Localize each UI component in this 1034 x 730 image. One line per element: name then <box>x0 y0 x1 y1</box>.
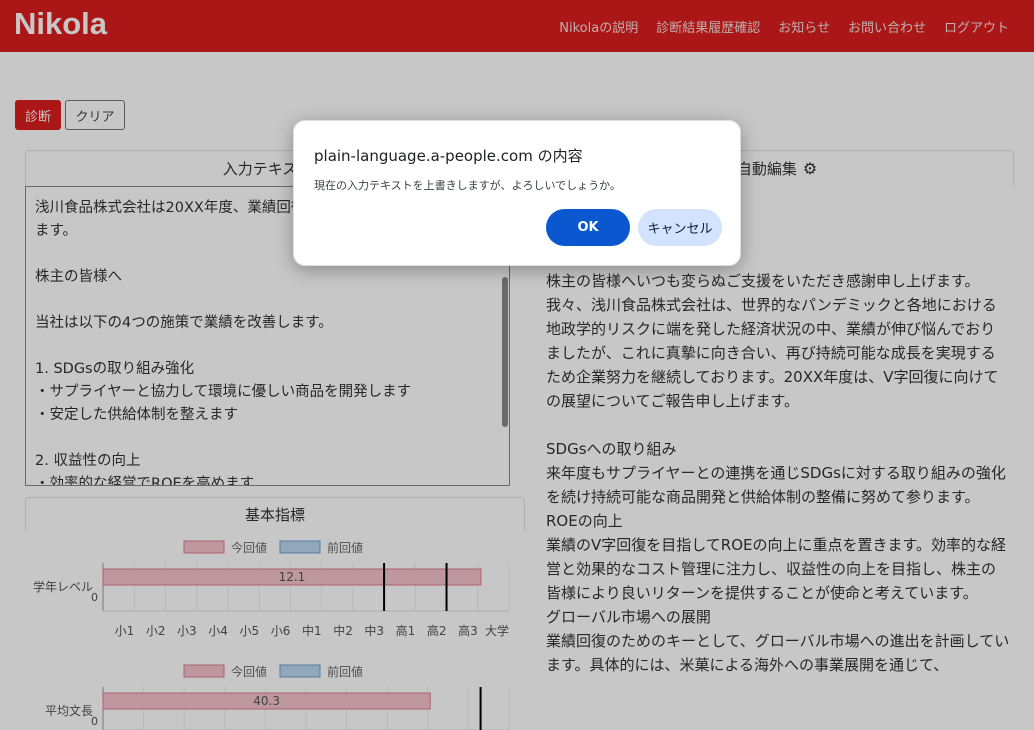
dialog-cancel-button[interactable]: キャンセル <box>638 209 722 246</box>
modal-overlay <box>0 0 1034 730</box>
dialog-ok-button[interactable]: OK <box>546 209 630 246</box>
confirm-dialog: plain-language.a-people.com の内容 現在の入力テキス… <box>293 120 741 266</box>
dialog-title: plain-language.a-people.com の内容 <box>314 147 583 165</box>
dialog-message: 現在の入力テキストを上書きしますが、よろしいでしょうか。 <box>314 179 621 192</box>
